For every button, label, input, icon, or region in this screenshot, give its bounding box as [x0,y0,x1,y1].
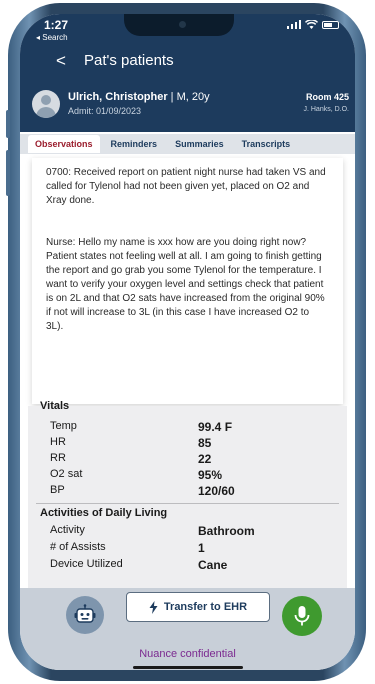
confidential-notice: Nuance confidential [139,648,236,660]
patient-gender-age: | M, 20y [167,91,210,103]
microphone-icon [294,606,310,626]
adl-label: Activity [50,524,85,536]
page-title: Pat's patients [84,52,174,69]
camera-notch [124,14,234,36]
robot-assistant-icon [74,604,96,623]
vital-value: 22 [198,452,212,466]
status-time: 1:27 [44,18,69,32]
vitals-row-rr: RR 22 [50,452,330,466]
section-divider [36,503,339,504]
vital-value: 85 [198,436,212,450]
tab-bar: Observations Reminders Summaries Transcr… [20,134,355,154]
tab-summaries[interactable]: Summaries [168,135,231,153]
observation-notes[interactable]: 0700: Received report on patient night n… [32,158,343,404]
status-back-to-search[interactable]: ◂ Search [36,33,68,42]
vital-value: 120/60 [198,484,235,498]
admit-date: Admit: 01/09/2023 [68,106,142,116]
adl-value: Bathroom [198,524,255,538]
adl-label: # of Assists [50,541,106,553]
vitals-row-hr: HR 85 [50,436,330,450]
battery-icon [322,20,339,29]
tab-observations[interactable]: Observations [28,135,100,153]
attending-doctor: J. Hanks, D.O. [303,106,349,113]
patient-name: Ulrich, Christopher [68,91,168,103]
wifi-icon [305,20,318,29]
phone-side-button [6,150,10,196]
status-icons [287,20,339,29]
phone-screen: 1:27 ◂ Search < Pat's patients Ulrich, C… [20,14,355,670]
vital-label: RR [50,452,66,464]
adl-row-assists: # of Assists 1 [50,541,330,555]
note-paragraph: 0700: Received report on patient night n… [46,167,326,206]
microphone-button[interactable] [282,596,322,636]
vitals-panel: Vitals Temp 99.4 F HR 85 RR 22 O2 sat 95… [28,400,347,594]
note-paragraph: Nurse: Hello my name is xxx how are you … [46,237,325,332]
transfer-label: Transfer to EHR [163,601,248,613]
home-indicator [133,666,243,669]
vitals-row-o2-sat: O2 sat 95% [50,468,330,482]
action-footer: Transfer to EHR Nuance confidential [20,588,355,670]
patient-header: Ulrich, Christopher | M, 20y Admit: 01/0… [20,84,355,132]
tab-reminders[interactable]: Reminders [104,135,165,153]
signal-icon [287,20,301,29]
vitals-row-bp: BP 120/60 [50,484,330,498]
vital-label: HR [50,436,66,448]
vital-value: 95% [198,468,223,482]
vital-label: Temp [50,420,77,432]
vital-label: BP [50,484,65,496]
camera-icon [179,21,186,28]
adl-value: Cane [198,558,228,572]
lightning-bolt-icon [149,600,158,614]
vital-value: 99.4 F [198,420,233,434]
adl-value: 1 [198,541,205,555]
phone-side-button [6,110,10,138]
assistant-button[interactable] [66,596,104,634]
patient-avatar [32,90,60,118]
patient-name-line: Ulrich, Christopher | M, 20y [68,91,210,103]
transfer-to-ehr-button[interactable]: Transfer to EHR [126,592,270,622]
tab-transcripts[interactable]: Transcripts [235,135,298,153]
adl-label: Device Utilized [50,558,123,570]
adl-title: Activities of Daily Living [40,507,168,519]
room-number: Room 425 [305,92,349,102]
adl-row-activity: Activity Bathroom [50,524,330,538]
vital-label: O2 sat [50,468,83,480]
vitals-title: Vitals [40,400,70,412]
back-button[interactable]: < [56,51,66,71]
adl-row-device: Device Utilized Cane [50,558,330,572]
vitals-row-temp: Temp 99.4 F [50,420,330,434]
